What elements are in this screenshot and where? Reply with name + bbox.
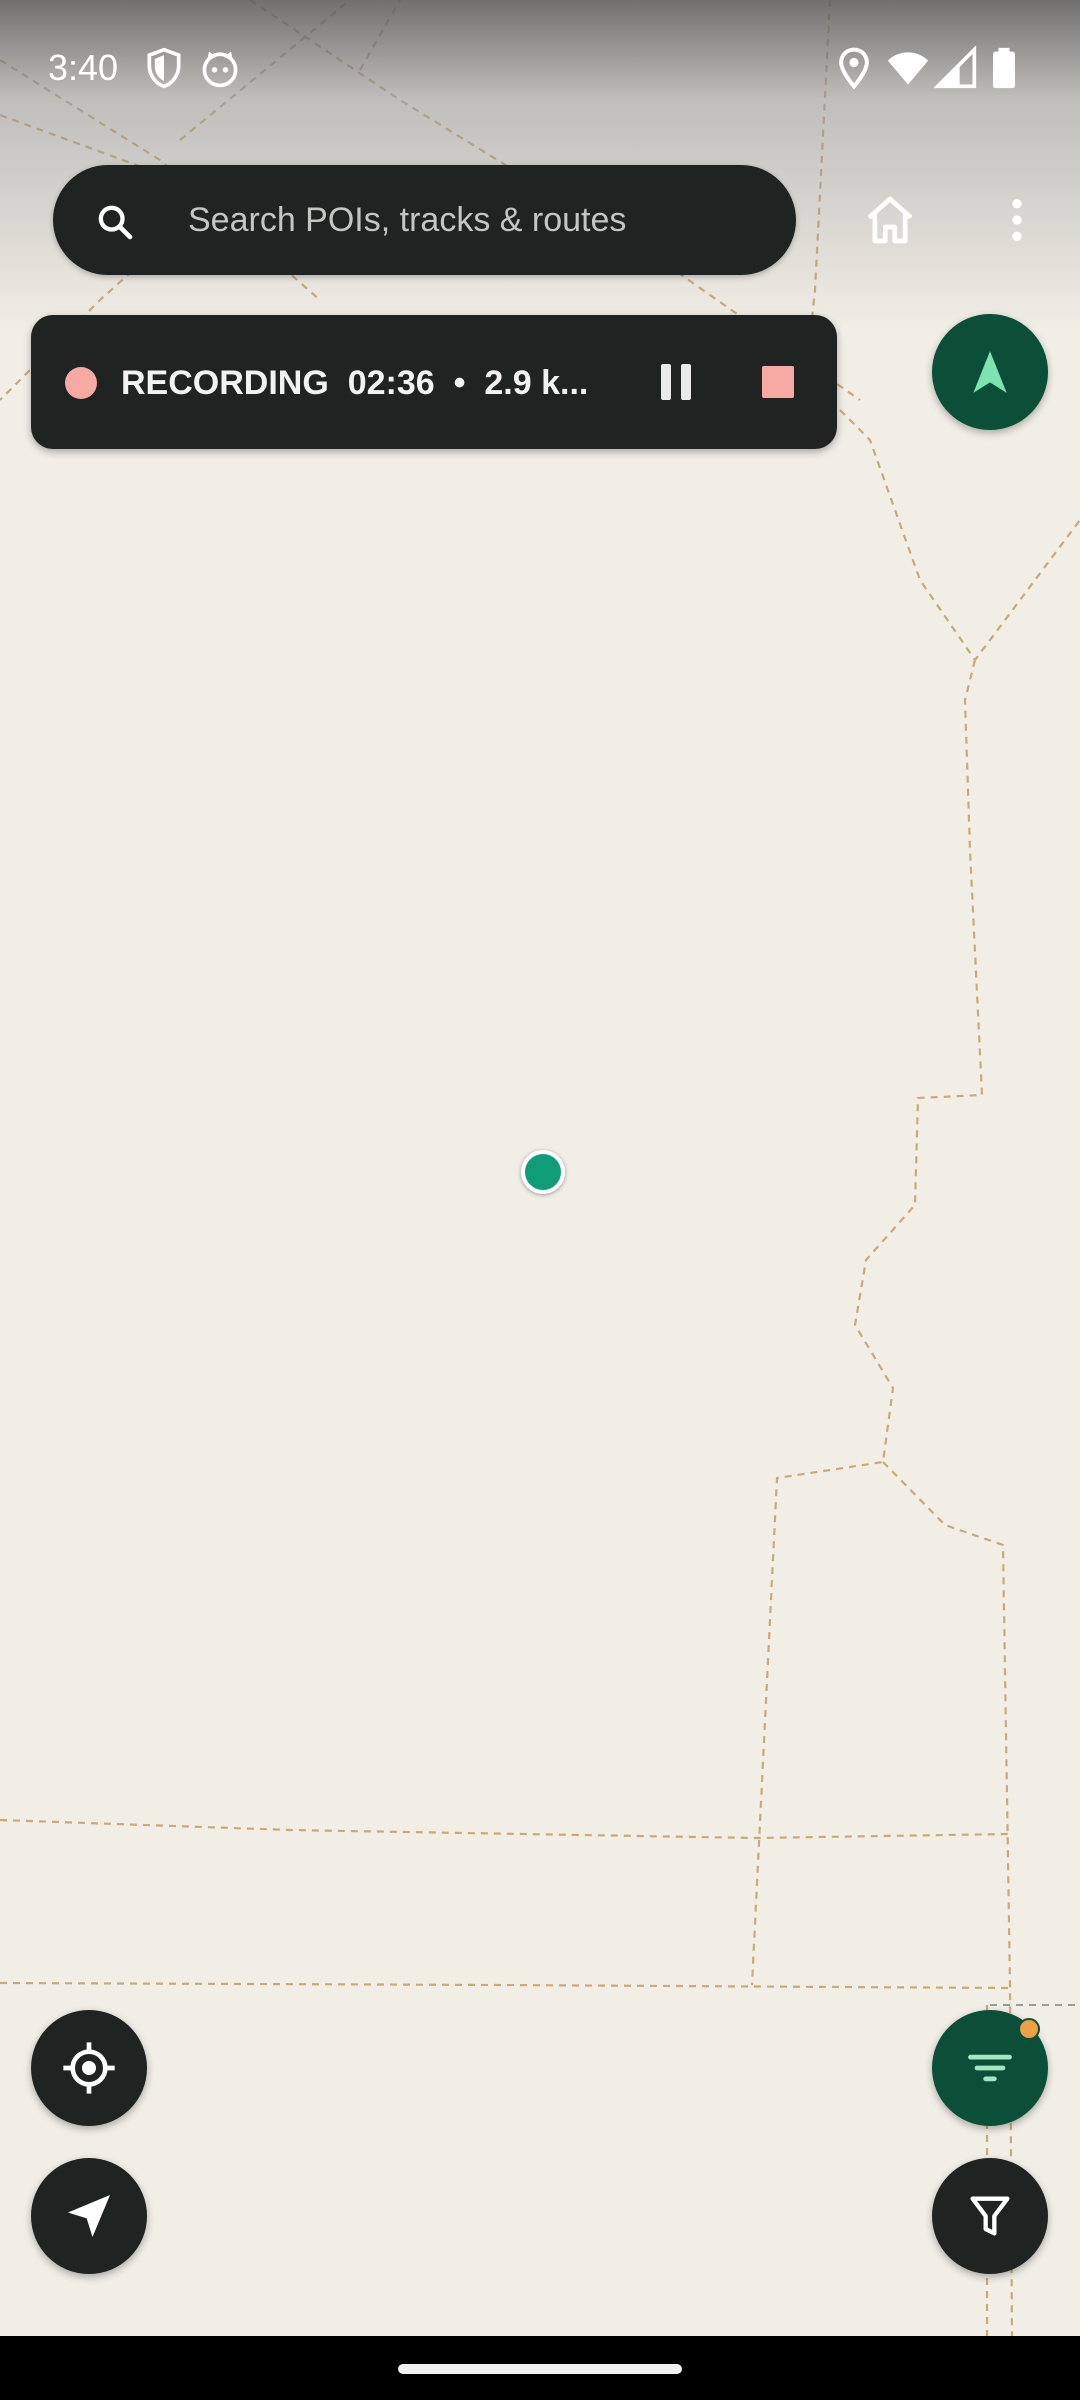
battery-icon: [993, 47, 1015, 89]
recording-summary: RECORDING 02:36 • 2.9 k...: [121, 361, 631, 405]
filter-list-icon: [968, 2054, 1012, 2082]
pause-icon: [656, 364, 696, 400]
pause-recording-button[interactable]: [641, 347, 711, 417]
more-options-button[interactable]: [977, 180, 1057, 260]
recording-indicator-dot: [65, 367, 97, 399]
filter-funnel-icon: [970, 2196, 1010, 2236]
recording-card[interactable]: RECORDING 02:36 • 2.9 k...: [31, 315, 837, 449]
send-arrow-icon: [68, 2195, 110, 2237]
cat-face-icon: [202, 51, 238, 88]
status-time: 3:40: [48, 47, 119, 88]
current-location-marker: [521, 1150, 565, 1194]
filter-active-badge: [1018, 2018, 1040, 2040]
my-location-icon: [63, 2042, 115, 2094]
navigate-button[interactable]: [31, 2158, 147, 2274]
stop-recording-button[interactable]: [743, 347, 813, 417]
map-trail: [0, 1981, 1011, 1990]
search-icon[interactable]: [95, 202, 135, 242]
wifi-icon: [887, 52, 929, 85]
shield-icon: [147, 47, 181, 89]
home-gesture-handle[interactable]: [398, 2364, 682, 2374]
stop-icon: [762, 366, 794, 398]
layer-filter-button[interactable]: [932, 2010, 1048, 2126]
search-input[interactable]: [188, 190, 778, 250]
screen: 3:40 Search POIs, tracks & routes RECORD…: [0, 0, 1080, 2400]
recording-distance: 2.9 k...: [484, 364, 589, 402]
compass-button[interactable]: [932, 314, 1048, 430]
filter-button[interactable]: [932, 2158, 1048, 2274]
location-pin-icon: [839, 47, 869, 90]
status-bar: 3:40: [0, 0, 1080, 135]
map-trail: [0, 1818, 1011, 1840]
map-trail: [839, 409, 1080, 662]
recording-separator: •: [453, 364, 466, 402]
map-trail: [750, 659, 984, 1986]
recording-elapsed-time: 02:36: [347, 364, 435, 402]
home-button[interactable]: [850, 180, 930, 260]
my-location-button[interactable]: [31, 2010, 147, 2126]
cell-signal-icon: [934, 46, 977, 89]
home-icon: [867, 196, 913, 244]
navigation-arrow-icon: [973, 351, 1007, 393]
recording-status: RECORDING: [121, 364, 329, 402]
more-vert-icon: [1012, 199, 1022, 241]
